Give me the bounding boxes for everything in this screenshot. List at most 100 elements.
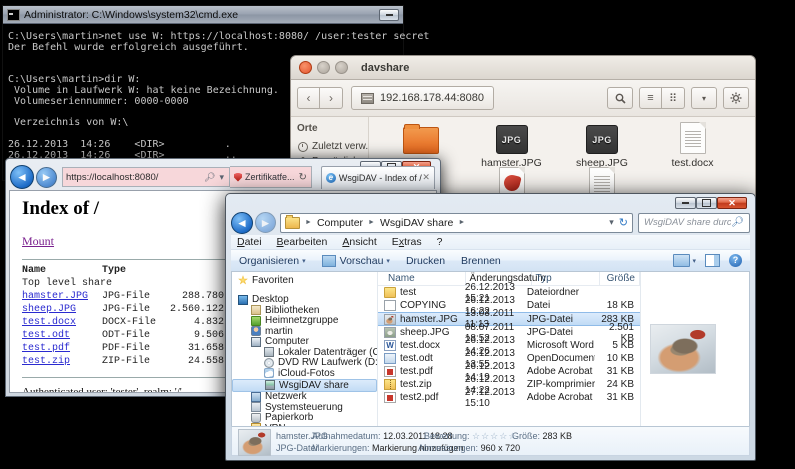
file-hamster.JPG[interactable]: JPGhamster.JPG (467, 122, 557, 169)
toolbar-organisieren-button[interactable]: Organisieren▾ (239, 255, 306, 267)
menu-bearbeiten[interactable]: Bearbeiten (277, 236, 328, 248)
sidebar-item-desktop[interactable]: Desktop (232, 295, 377, 306)
file-link[interactable]: sheep.JPG (22, 304, 102, 315)
tab-close-icon[interactable]: ✕ (422, 172, 430, 183)
sidebar-item-netzwerk[interactable]: Netzwerk (232, 392, 377, 403)
maximize-icon[interactable] (335, 61, 348, 74)
sidebar-item-computer[interactable]: Computer (232, 337, 377, 348)
recent-icon (298, 142, 308, 152)
file-test.docx[interactable]: test.docx (648, 122, 738, 169)
certificate-error-button[interactable]: Zertifikatfe... ↻ (230, 166, 312, 188)
minimize-button[interactable] (379, 9, 399, 21)
folder-icon (285, 217, 300, 229)
sidebar-item-lokaler-datentr-ger-c-[interactable]: Lokaler Datenträger (C:) (232, 347, 377, 358)
file-link[interactable]: test.zip (22, 356, 102, 367)
url-text[interactable]: https://localhost:8080/ (66, 172, 202, 183)
toolbar-drucken-button[interactable]: Drucken (406, 255, 445, 267)
folder-icon (403, 127, 439, 154)
forward-button[interactable]: › (320, 87, 343, 109)
image-file-icon (384, 327, 396, 338)
navigation-tree: Favoriten DesktopBibliothekenHeimnetzgrup… (232, 272, 378, 426)
sidebar-item-systemsteuerung[interactable]: Systemsteuerung (232, 402, 377, 413)
breadcrumb-computer[interactable]: Computer (317, 217, 363, 229)
file-sheep.JPG[interactable]: JPGsheep.JPG (557, 122, 647, 169)
search-icon[interactable]: 🔎︎ (204, 172, 215, 183)
sidebar-item-martin[interactable]: martin (232, 326, 377, 337)
homegroup-icon (251, 316, 261, 326)
preview-pane-toggle[interactable] (705, 254, 720, 267)
sidebar-item-favoriten[interactable]: Favoriten (232, 275, 377, 286)
minimize-button[interactable] (675, 197, 696, 209)
file-link[interactable]: hamster.JPG (22, 291, 102, 302)
trash-icon (251, 413, 261, 423)
forward-button[interactable]: ► (36, 167, 57, 188)
maximize-button[interactable] (696, 197, 717, 209)
forward-button[interactable]: ► (255, 212, 276, 233)
explorer-window: ✕ ◄ ► ► Computer ► WsgiDAV share ► ▾↻ Ws… (225, 193, 756, 461)
file-file-icon (384, 300, 396, 311)
address-breadcrumb[interactable]: 192.168.178.44:8080 (351, 86, 494, 110)
network-icon (251, 392, 261, 402)
address-breadcrumb[interactable]: ► Computer ► WsgiDAV share ► ▾↻ (280, 213, 633, 233)
file-link[interactable]: test.docx (22, 317, 102, 328)
column-header-3[interactable]: Größe (600, 272, 640, 285)
search-placeholder: WsgiDAV share durchsuchen (644, 217, 731, 228)
breadcrumb-share[interactable]: WsgiDAV share (380, 217, 453, 229)
cloud-icon (264, 368, 274, 378)
preview-pane (640, 272, 749, 426)
nautilus-titlebar[interactable]: davshare (291, 56, 755, 80)
doc-file-icon (680, 122, 706, 154)
nautilus-title: davshare (361, 62, 409, 74)
breadcrumb-arrow-icon: ► (458, 219, 465, 226)
help-button[interactable]: ? (729, 254, 742, 267)
refresh-icon[interactable]: ↻ (619, 216, 628, 229)
sidebar-item-recent[interactable]: Zuletzt verw... (291, 139, 368, 154)
grid-view-button[interactable]: ⠿ (662, 87, 685, 109)
toolbar-vorschau-button[interactable]: Vorschau▾ (322, 255, 390, 267)
gear-button[interactable] (723, 87, 749, 109)
file-link[interactable]: test.pdf (22, 343, 102, 354)
close-icon[interactable] (299, 61, 312, 74)
address-bar[interactable]: https://localhost:8080/ 🔎︎ ▾ (62, 167, 230, 187)
back-button[interactable]: ‹ (297, 87, 320, 109)
column-header-2[interactable]: Typ (532, 272, 600, 285)
menu-help[interactable]: ? (437, 236, 443, 248)
address-dropdown-icon[interactable]: ▾ (609, 217, 614, 228)
toolbar-brennen-button[interactable]: Brennen (461, 255, 501, 267)
table-row-test2.pdf[interactable]: test2.pdf27.12.2013 15:10Adobe Acrobat D… (378, 391, 640, 404)
search-button[interactable] (607, 87, 633, 109)
sidebar-item-papierkorb[interactable]: Papierkorb (232, 413, 377, 424)
word-file-icon: W (384, 340, 396, 351)
menu-ansicht[interactable]: Ansicht (342, 236, 376, 248)
cmd-titlebar[interactable]: Administrator: C:\Windows\system32\cmd.e… (3, 6, 403, 24)
list-view-button[interactable]: ≡ (639, 87, 662, 109)
minimize-icon[interactable] (317, 61, 330, 74)
search-icon[interactable]: 🔎︎ (731, 217, 744, 228)
drive-icon (264, 347, 274, 357)
refresh-icon[interactable]: ↻ (299, 172, 307, 183)
search-box[interactable]: WsgiDAV share durchsuchen 🔎︎ (638, 213, 750, 233)
sidebar-item-wsgidav-share[interactable]: WsgiDAV share (232, 379, 377, 392)
details-rating[interactable]: Bewertung: ☆☆☆☆☆ (424, 431, 517, 442)
desktop: { "colors": {"ubuntu_close": "#e4552f", … (0, 0, 795, 469)
column-header-0[interactable]: Name (384, 272, 466, 285)
back-button[interactable]: ◄ (10, 165, 34, 189)
back-button[interactable]: ◄ (231, 212, 253, 234)
view-options-button[interactable]: ▾ (691, 87, 717, 109)
browser-tab[interactable]: e WsgiDAV - Index of / ✕ (321, 166, 435, 189)
sidebar-item-dvd-rw-laufwerk-d-[interactable]: DVD RW Laufwerk (D:) (232, 358, 377, 369)
views-button[interactable]: ▾ (673, 254, 696, 267)
sidebar-item-heimnetzgruppe[interactable]: Heimnetzgruppe (232, 316, 377, 327)
hamster-thumbnail (238, 429, 271, 456)
zip-file-icon (384, 379, 396, 390)
menu-extras[interactable]: Extras (392, 236, 422, 248)
details-size: Größe: 283 KB (512, 431, 572, 441)
close-button[interactable]: ✕ (717, 197, 747, 209)
menu-datei[interactable]: Datei (237, 236, 262, 248)
sidebar-item-icloud-fotos[interactable]: iCloud-Fotos (232, 368, 377, 379)
file-link[interactable]: test.odt (22, 330, 102, 341)
mount-link[interactable]: Mount (22, 234, 54, 248)
dropdown-icon[interactable]: ▾ (219, 172, 224, 183)
views-icon (673, 254, 690, 267)
sidebar-item-bibliotheken[interactable]: Bibliotheken (232, 305, 377, 316)
